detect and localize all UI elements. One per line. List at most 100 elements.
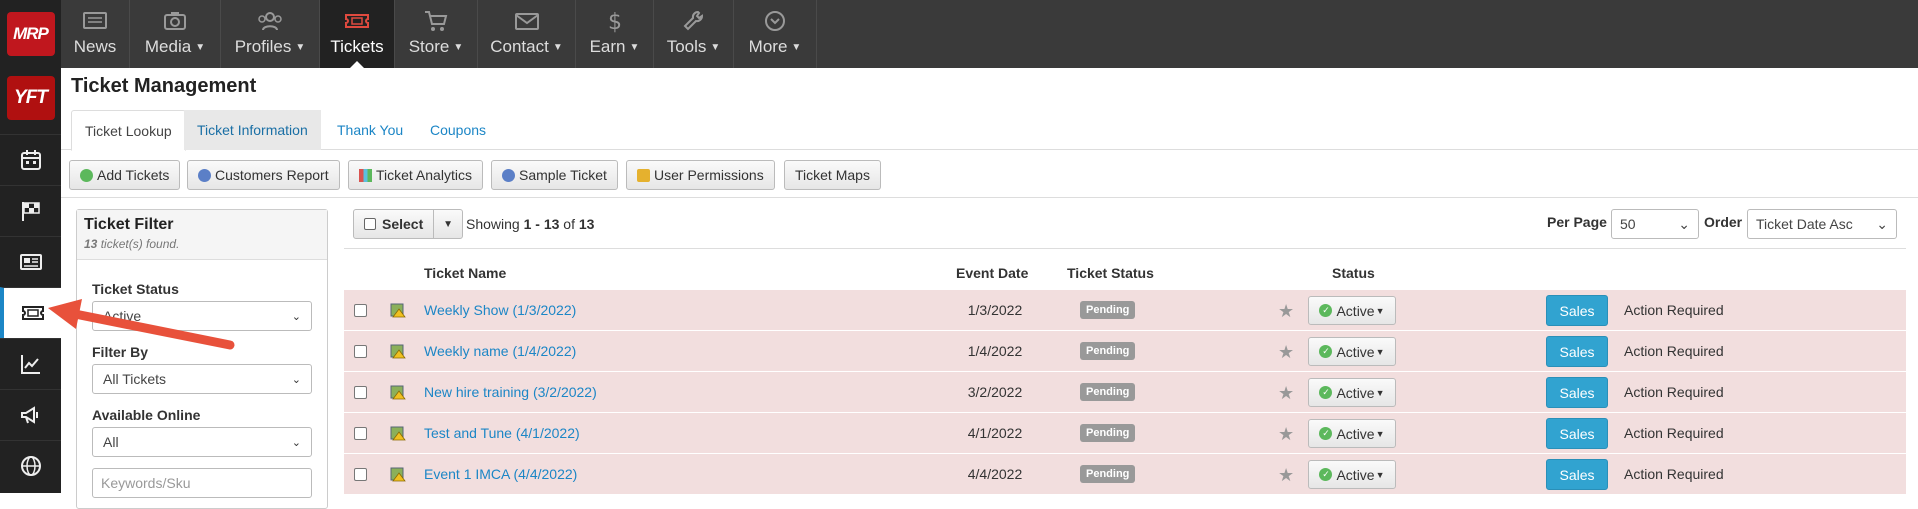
rail-item-news[interactable] bbox=[0, 236, 61, 287]
order-label: Order bbox=[1704, 214, 1743, 230]
nav-tools[interactable]: Tools ▼ bbox=[654, 0, 734, 68]
action-text: Action Required bbox=[1624, 343, 1724, 359]
sales-button[interactable]: Sales bbox=[1546, 418, 1608, 449]
available-online-select[interactable]: All ⌄ bbox=[92, 427, 312, 457]
caret-down-icon: ▼ bbox=[1375, 346, 1385, 357]
row-checkbox[interactable] bbox=[354, 427, 367, 440]
nav-contact-label: Contact bbox=[490, 37, 549, 56]
row-checkbox[interactable] bbox=[354, 345, 367, 358]
status-dropdown-button[interactable]: ✓ Active ▼ bbox=[1308, 419, 1396, 448]
filter-by-select[interactable]: All Tickets ⌄ bbox=[92, 364, 312, 394]
users-icon bbox=[257, 9, 283, 33]
nav-profiles-label: Profiles bbox=[234, 37, 292, 56]
ticket-name-link[interactable]: Weekly Show (1/3/2022) bbox=[424, 302, 576, 318]
chevron-down-icon: ▼ bbox=[629, 41, 640, 53]
star-icon[interactable]: ★ bbox=[1278, 424, 1294, 445]
keywords-input[interactable]: Keywords/Sku bbox=[92, 468, 312, 498]
caret-down-icon: ▼ bbox=[1375, 469, 1385, 480]
star-icon[interactable]: ★ bbox=[1278, 465, 1294, 486]
tab-thank-you[interactable]: Thank You bbox=[324, 110, 416, 150]
sample-ticket-label: Sample Ticket bbox=[519, 167, 607, 183]
nav-tickets[interactable]: Tickets bbox=[320, 0, 395, 68]
select-all-checkbox[interactable] bbox=[364, 218, 376, 230]
star-icon[interactable]: ★ bbox=[1278, 383, 1294, 404]
yft-logo[interactable]: YFT bbox=[0, 68, 61, 128]
rail-item-analytics[interactable] bbox=[0, 338, 61, 389]
showing-range: 1 - 13 bbox=[523, 216, 560, 232]
star-icon[interactable]: ★ bbox=[1278, 342, 1294, 363]
nav-news[interactable]: News bbox=[61, 0, 130, 68]
status-dropdown-button[interactable]: ✓ Active ▼ bbox=[1308, 337, 1396, 366]
table-row: New hire training (3/2/2022) 3/2/2022 Pe… bbox=[344, 371, 1906, 412]
ticket-status-badge: Pending bbox=[1080, 465, 1136, 483]
star-icon[interactable]: ★ bbox=[1278, 301, 1294, 322]
filter-count: 13 ticket(s) found. bbox=[84, 237, 320, 251]
newspaper-icon bbox=[19, 254, 42, 270]
status-dropdown-button[interactable]: ✓ Active ▼ bbox=[1308, 378, 1396, 407]
nav-earn-label: Earn bbox=[589, 37, 626, 56]
globe-icon bbox=[20, 456, 41, 476]
col-ticket-name: Ticket Name bbox=[424, 265, 507, 281]
sales-button[interactable]: Sales bbox=[1546, 377, 1608, 408]
chevron-down-icon: ⌄ bbox=[291, 436, 301, 449]
ticket-name-link[interactable]: Weekly name (1/4/2022) bbox=[424, 343, 576, 359]
status-dropdown-button[interactable]: ✓ Active ▼ bbox=[1308, 460, 1396, 489]
rail-item-calendar[interactable] bbox=[0, 134, 61, 185]
tab-coupons[interactable]: Coupons bbox=[417, 110, 499, 150]
rail-item-tickets[interactable] bbox=[0, 287, 61, 338]
sales-button[interactable]: Sales bbox=[1546, 336, 1608, 367]
sales-button[interactable]: Sales bbox=[1546, 459, 1608, 490]
per-page-label: Per Page bbox=[1547, 214, 1607, 230]
nav-more[interactable]: More ▼ bbox=[734, 0, 817, 68]
rail-item-marketing[interactable] bbox=[0, 389, 61, 440]
user-permissions-button[interactable]: User Permissions bbox=[626, 160, 775, 190]
ticket-maps-button[interactable]: Ticket Maps bbox=[784, 160, 881, 190]
order-select[interactable]: Ticket Date Asc ⌄ bbox=[1747, 209, 1897, 239]
nav-contact[interactable]: Contact ▼ bbox=[478, 0, 576, 68]
add-tickets-button[interactable]: Add Tickets bbox=[69, 160, 181, 190]
ticket-name-link[interactable]: Test and Tune (4/1/2022) bbox=[424, 425, 580, 441]
ticket-warning-icon bbox=[390, 344, 406, 359]
info-circle-icon bbox=[502, 168, 515, 182]
nav-media[interactable]: Media ▼ bbox=[130, 0, 221, 68]
rail-item-races[interactable] bbox=[0, 185, 61, 236]
lock-icon bbox=[637, 168, 650, 182]
order-value: Ticket Date Asc bbox=[1756, 216, 1853, 232]
showing-prefix: Showing bbox=[466, 216, 520, 232]
mrp-logo[interactable]: MRP bbox=[0, 0, 61, 68]
row-checkbox[interactable] bbox=[354, 468, 367, 481]
row-checkbox[interactable] bbox=[354, 386, 367, 399]
status-dropdown-button[interactable]: ✓ Active ▼ bbox=[1308, 296, 1396, 325]
ticket-maps-label: Ticket Maps bbox=[795, 167, 870, 183]
wrench-icon bbox=[681, 9, 707, 33]
nav-profiles[interactable]: Profiles ▼ bbox=[221, 0, 320, 68]
select-all-toggle[interactable]: Select bbox=[354, 210, 435, 238]
table-row: Weekly Show (1/3/2022) 1/3/2022 Pending … bbox=[344, 289, 1906, 330]
available-online-value: All bbox=[103, 434, 119, 450]
nav-earn[interactable]: $ Earn ▼ bbox=[576, 0, 654, 68]
bulk-select-button[interactable]: Select ▼ bbox=[353, 209, 463, 239]
filter-header: Ticket Filter 13 ticket(s) found. bbox=[77, 210, 327, 260]
chevron-circle-down-icon bbox=[762, 9, 788, 33]
check-circle-icon: ✓ bbox=[1319, 427, 1333, 440]
newspaper-icon bbox=[82, 9, 108, 33]
ticket-status-select[interactable]: Active ⌄ bbox=[92, 301, 312, 331]
chevron-down-icon: ⌄ bbox=[291, 310, 301, 323]
nav-store[interactable]: Store ▼ bbox=[395, 0, 478, 68]
row-checkbox[interactable] bbox=[354, 304, 367, 317]
ticket-status-badge: Pending bbox=[1080, 301, 1136, 319]
tab-ticket-lookup[interactable]: Ticket Lookup bbox=[71, 110, 186, 151]
caret-down-icon[interactable]: ▼ bbox=[434, 219, 462, 230]
plus-circle-icon bbox=[80, 168, 93, 182]
ticket-analytics-button[interactable]: Ticket Analytics bbox=[348, 160, 483, 190]
customers-report-button[interactable]: Customers Report bbox=[187, 160, 340, 190]
tab-ticket-information[interactable]: Ticket Information bbox=[184, 110, 321, 150]
add-tickets-label: Add Tickets bbox=[97, 167, 170, 183]
per-page-select[interactable]: 50 ⌄ bbox=[1611, 209, 1699, 239]
sales-button[interactable]: Sales bbox=[1546, 295, 1608, 326]
ticket-name-link[interactable]: New hire training (3/2/2022) bbox=[424, 384, 597, 400]
sample-ticket-button[interactable]: Sample Ticket bbox=[491, 160, 618, 190]
rail-item-web[interactable] bbox=[0, 440, 61, 491]
results-summary: Showing 1 - 13 of 13 bbox=[466, 216, 594, 232]
ticket-name-link[interactable]: Event 1 IMCA (4/4/2022) bbox=[424, 466, 577, 482]
